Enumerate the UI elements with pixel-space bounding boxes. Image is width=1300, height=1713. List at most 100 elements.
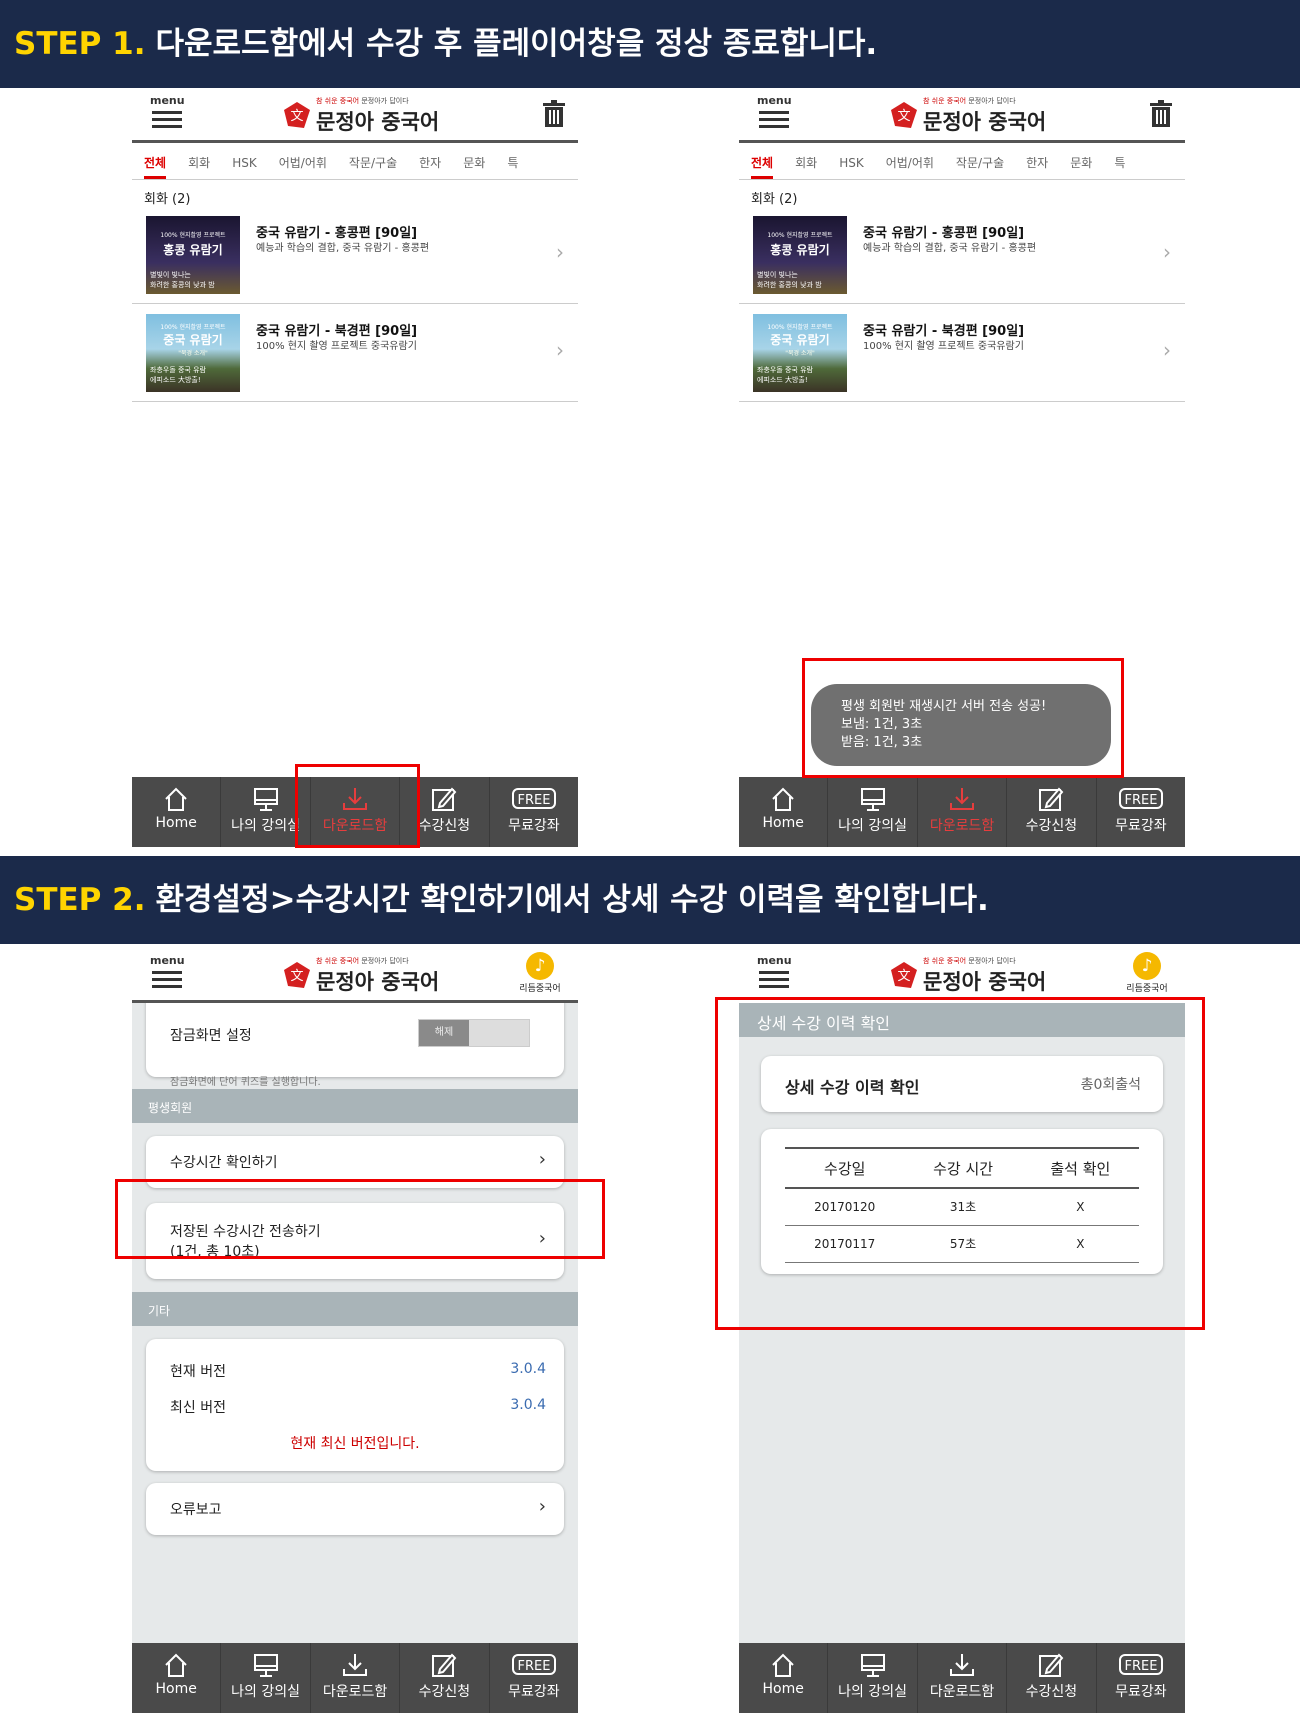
logo-tag: 문정아가 답이다 xyxy=(361,97,409,105)
svg-text:文: 文 xyxy=(290,969,303,984)
logo-name: 문정아 중국어 xyxy=(923,970,1047,994)
nav-enroll[interactable]: 수강신청 xyxy=(1006,777,1095,847)
hamburger-icon xyxy=(759,971,789,988)
section-label: 회화 (2) xyxy=(144,192,191,207)
free-icon: FREE xyxy=(511,1654,556,1675)
tab-composition[interactable]: 작문/구술 xyxy=(349,144,397,179)
error-report-row[interactable]: 오류보고 › xyxy=(146,1483,564,1535)
section-label: 회화 (2) xyxy=(751,192,798,207)
home-icon xyxy=(772,1653,794,1677)
nav-home[interactable]: Home xyxy=(132,1643,220,1713)
chevron-right-icon: › xyxy=(1163,338,1171,362)
logo-name: 문정아 중국어 xyxy=(316,970,440,994)
lock-screen-title: 잠금화면 설정 xyxy=(170,1028,252,1044)
menu-button[interactable]: menu xyxy=(757,954,792,988)
tab-special[interactable]: 특 xyxy=(1114,144,1125,179)
nav-enroll[interactable]: 수강신청 xyxy=(1006,1643,1095,1713)
logo-tag: 문정아가 답이다 xyxy=(968,97,1016,105)
home-icon xyxy=(165,1653,187,1677)
menu-label: menu xyxy=(757,94,792,107)
chevron-right-icon: › xyxy=(556,338,564,362)
course-thumbnail: 100% 현지촬영 프로젝트 홍콩 유람기 별빛이 빛나는 화려한 홍콩의 낮과… xyxy=(146,216,240,294)
tab-grammar[interactable]: 어법/어휘 xyxy=(279,144,327,179)
nav-free-lectures[interactable]: FREE 무료강좌 xyxy=(488,777,578,847)
check-study-time-label: 수강시간 확인하기 xyxy=(170,1155,278,1171)
svg-text:文: 文 xyxy=(897,109,910,124)
edit-icon xyxy=(432,1653,457,1677)
logo-mark-icon: 文 xyxy=(284,962,310,988)
svg-text:FREE: FREE xyxy=(1124,1659,1157,1674)
current-version-value: 3.0.4 xyxy=(510,1361,546,1377)
nav-home[interactable]: Home xyxy=(739,777,827,847)
tab-hanja[interactable]: 한자 xyxy=(419,144,441,179)
tab-hsk[interactable]: HSK xyxy=(232,146,257,179)
tab-special[interactable]: 특 xyxy=(507,144,518,179)
rhythm-label: 리듬중국어 xyxy=(519,984,561,994)
course-desc: 100% 현지 촬영 프로젝트 중국유람기 xyxy=(256,341,417,352)
hamburger-icon xyxy=(152,971,182,988)
lifetime-member-header: 평생회원 xyxy=(132,1089,578,1123)
download-icon xyxy=(950,788,975,810)
app-header: menu 文 참 쉬운 중국어 문정아가 답이다 문정아 중국어 ♪ 리듬중국어 xyxy=(739,950,1185,1000)
nav-my-classroom[interactable]: 나의 강의실 xyxy=(827,777,916,847)
chevron-right-icon: › xyxy=(556,240,564,264)
phone-settings: menu 文 참 쉬운 중국어 문정아가 답이다 문정아 중국어 ♪ 리듬중국어 … xyxy=(132,950,578,1713)
menu-button[interactable]: menu xyxy=(150,954,185,988)
course-item-beijing[interactable]: 100% 현지촬영 프로젝트 중국 유람기 "북경 소개" 좌충우돌 중국 유람… xyxy=(739,304,1185,402)
chevron-right-icon: › xyxy=(1163,240,1171,264)
error-report-label: 오류보고 xyxy=(170,1502,222,1518)
step1-text: 다운로드함에서 수강 후 플레이어창을 정상 종료합니다. xyxy=(155,26,878,62)
rhythm-chinese-button[interactable]: ♪ 리듬중국어 xyxy=(514,952,566,994)
category-tabs: 전체 회화 HSK 어법/어휘 작문/구술 한자 문화 특 xyxy=(132,144,578,180)
trash-icon[interactable] xyxy=(542,100,566,128)
free-icon: FREE xyxy=(1118,788,1163,809)
nav-home[interactable]: Home xyxy=(739,1643,827,1713)
category-tabs: 전체 회화 HSK 어법/어휘 작문/구술 한자 문화 특 xyxy=(739,144,1185,180)
nav-download-box[interactable]: 다운로드함 xyxy=(309,1643,399,1713)
logo-tag-red: 참 쉬운 중국어 xyxy=(923,957,967,965)
tab-grammar[interactable]: 어법/어휘 xyxy=(886,144,934,179)
nav-home[interactable]: Home xyxy=(132,777,220,847)
tab-conversation[interactable]: 회화 xyxy=(188,144,210,179)
tab-all[interactable]: 전체 xyxy=(144,144,167,179)
bottom-nav: Home 나의 강의실 다운로드함 수강신청 FREE 무료강좌 xyxy=(739,1643,1185,1713)
tab-culture[interactable]: 문화 xyxy=(463,144,485,179)
highlight-history xyxy=(715,997,1205,1330)
monitor-icon xyxy=(860,788,885,811)
logo-name: 문정아 중국어 xyxy=(316,110,440,134)
trash-icon[interactable] xyxy=(1149,100,1173,128)
tab-hsk[interactable]: HSK xyxy=(839,146,864,179)
edit-icon xyxy=(1039,1653,1064,1677)
course-item-hongkong[interactable]: 100% 현지촬영 프로젝트 홍콩 유람기 별빛이 빛나는 화려한 홍콩의 낮과… xyxy=(739,206,1185,304)
step1-label: STEP 1. xyxy=(14,26,146,62)
nav-free-lectures[interactable]: FREE 무료강좌 xyxy=(488,1643,578,1713)
nav-download-box[interactable]: 다운로드함 xyxy=(916,1643,1006,1713)
lock-screen-toggle[interactable]: 해제 xyxy=(418,1019,530,1047)
nav-free-lectures[interactable]: FREE 무료강좌 xyxy=(1095,1643,1185,1713)
edit-icon xyxy=(432,787,457,811)
menu-button[interactable]: menu xyxy=(150,94,185,128)
menu-button[interactable]: menu xyxy=(757,94,792,128)
nav-my-classroom[interactable]: 나의 강의실 xyxy=(220,1643,309,1713)
svg-text:文: 文 xyxy=(897,969,910,984)
download-icon xyxy=(343,1654,368,1676)
tab-composition[interactable]: 작문/구술 xyxy=(956,144,1004,179)
tab-culture[interactable]: 문화 xyxy=(1070,144,1092,179)
rhythm-chinese-button[interactable]: ♪ 리듬중국어 xyxy=(1121,952,1173,994)
nav-free-lectures[interactable]: FREE 무료강좌 xyxy=(1095,777,1185,847)
course-item-hongkong[interactable]: 100% 현지촬영 프로젝트 홍콩 유람기 별빛이 빛나는 화려한 홍콩의 낮과… xyxy=(132,206,578,304)
course-desc: 100% 현지 촬영 프로젝트 중국유람기 xyxy=(863,341,1024,352)
latest-version-label: 최신 버전 xyxy=(170,1400,226,1416)
tab-hanja[interactable]: 한자 xyxy=(1026,144,1048,179)
course-item-beijing[interactable]: 100% 현지촬영 프로젝트 중국 유람기 "북경 소개" 좌충우돌 중국 유람… xyxy=(132,304,578,402)
tab-all[interactable]: 전체 xyxy=(751,144,774,179)
course-thumbnail: 100% 현지촬영 프로젝트 중국 유람기 "북경 소개" 좌충우돌 중국 유람… xyxy=(753,314,847,392)
nav-enroll[interactable]: 수강신청 xyxy=(399,1643,488,1713)
bottom-nav: Home 나의 강의실 다운로드함 수강신청 FREE 무료강좌 xyxy=(739,777,1185,847)
nav-my-classroom[interactable]: 나의 강의실 xyxy=(827,1643,916,1713)
tab-conversation[interactable]: 회화 xyxy=(795,144,817,179)
highlight-check-time xyxy=(115,1179,605,1259)
home-icon xyxy=(772,787,794,811)
nav-download-box[interactable]: 다운로드함 xyxy=(916,777,1006,847)
menu-label: menu xyxy=(757,954,792,967)
